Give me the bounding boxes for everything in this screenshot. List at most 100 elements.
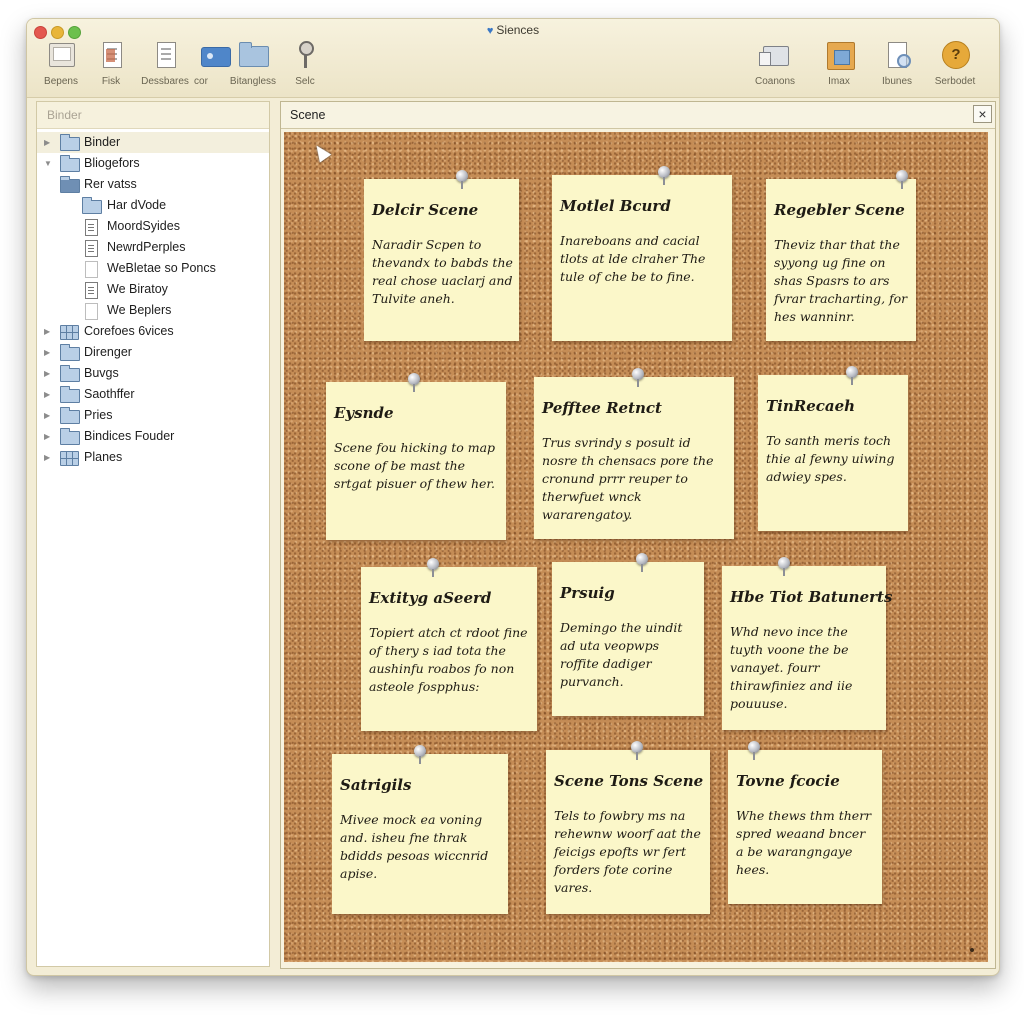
index-card[interactable]: Scene Tons Scene Tels to fowbry ms na reh… — [546, 741, 710, 914]
binder-item[interactable]: ▼ Bliogefors — [37, 153, 269, 174]
disclosure-closed-icon[interactable]: ▶ — [44, 426, 50, 447]
window-icon — [45, 41, 77, 69]
binder-item[interactable]: Rer vatss — [37, 174, 269, 195]
index-card[interactable]: Pefftee Retnct Trus svrindy s posult id n… — [534, 368, 734, 539]
toolbar-button-serbodet[interactable]: ? Serbodet — [921, 41, 989, 87]
disclosure-closed-icon[interactable]: ▶ — [44, 363, 50, 384]
toolbar-button-selc[interactable]: Selc — [271, 41, 339, 87]
pushpin-icon — [846, 366, 858, 385]
close-button[interactable]: × — [973, 105, 992, 123]
folder-icon — [60, 344, 80, 361]
index-card[interactable]: TinRecaeh To santh meris toch thie al few… — [758, 366, 908, 531]
window-title: ♥ Siences — [486, 23, 540, 37]
document-icon — [85, 240, 98, 257]
binder-item-label: Planes — [84, 450, 123, 464]
binder-item-label: Rer vatss — [84, 177, 137, 191]
pushpin-icon — [778, 557, 790, 576]
binder-item[interactable]: ▶ Binder — [37, 132, 269, 153]
grid-icon — [60, 325, 79, 340]
card-title: Pefftee Retnct — [542, 399, 662, 417]
card-title: Hbe Tiot Batunerts — [730, 588, 893, 606]
card-synopsis: Whe thews thm therr spred weaand bncer a… — [736, 808, 872, 877]
pushpin-icon — [631, 741, 643, 760]
card-title: Eysnde — [334, 404, 394, 422]
binder-item[interactable]: ▶ Pries — [37, 405, 269, 426]
disclosure-closed-icon[interactable]: ▶ — [44, 132, 50, 153]
binder-item[interactable]: ▶ Saothffer — [37, 384, 269, 405]
corkboard-title: Scene — [290, 108, 326, 122]
pushpin-icon — [456, 170, 468, 189]
binder-item-label: Buvgs — [84, 366, 119, 380]
binder-item-label: Direnger — [84, 345, 132, 359]
resize-handle[interactable] — [970, 948, 974, 952]
index-card[interactable]: Regebler Scene Theviz thar that the syyon… — [766, 170, 916, 341]
card-synopsis: Mivee mock ea voning and. isheu fne thra… — [340, 812, 489, 881]
index-card[interactable]: Hbe Tiot Batunerts Whd nevo ince the tuyt… — [722, 557, 893, 730]
toolbar-button-coanons[interactable]: Coanons — [741, 41, 809, 87]
binder-item-label: We Beplers — [107, 303, 172, 317]
toolbar: ♥ Siences Bepens Fisk Dessbares cor Bitan… — [27, 19, 999, 98]
pushpin-icon — [414, 745, 426, 764]
pushpin-icon — [748, 741, 760, 760]
heart-icon: ♥ — [486, 25, 494, 37]
disclosure-open-icon[interactable]: ▼ — [44, 153, 52, 174]
card-title: Satrigils — [340, 776, 412, 794]
blank-document-icon — [85, 261, 98, 278]
binder-item-label: Corefoes 6vices — [84, 324, 174, 338]
binder-item-label: We Biratoy — [107, 282, 168, 296]
index-card[interactable]: Prsuig Demingo the uindit ad uta veopwps … — [552, 553, 704, 716]
card-title: TinRecaeh — [766, 397, 856, 415]
card-synopsis: Whd nevo ince the tuyth voone the be van… — [730, 624, 853, 711]
card-title: Tovne fcocie — [736, 772, 840, 790]
card-title: Prsuig — [560, 584, 615, 602]
disclosure-closed-icon[interactable]: ▶ — [44, 447, 50, 468]
folder-icon — [60, 134, 80, 151]
card-synopsis: Inareboans and cacial tlots at lde clrah… — [560, 233, 706, 284]
index-card[interactable]: Delcir Scene Naradir Scpen to thevandx to… — [364, 170, 519, 341]
binder-item-label: Saothffer — [84, 387, 135, 401]
binder-item[interactable]: Har dVode — [37, 195, 269, 216]
binder-item[interactable]: ▶ Direnger — [37, 342, 269, 363]
stack-icon — [759, 41, 791, 69]
folder-icon — [60, 155, 80, 172]
binder-item-label: Bliogefors — [84, 156, 140, 170]
binder-sidebar: Binder ▶ Binder ▼ Bliogefors Rer vatss Har dV… — [36, 101, 270, 967]
cursor-icon — [310, 141, 332, 163]
binder-item-label: Pries — [84, 408, 113, 422]
pushpin-icon — [408, 373, 420, 392]
pushpin-icon — [427, 558, 439, 577]
binder-item[interactable]: We Beplers — [37, 300, 269, 321]
binder-item[interactable]: MoordSyides — [37, 216, 269, 237]
binder-item[interactable]: ▶ Buvgs — [37, 363, 269, 384]
disclosure-closed-icon[interactable]: ▶ — [44, 321, 50, 342]
binder-item[interactable]: ▶ Bindices Fouder — [37, 426, 269, 447]
binder-item[interactable]: ▶ Planes — [37, 447, 269, 468]
grid-icon — [60, 451, 79, 466]
corkboard[interactable]: Delcir Scene Naradir Scpen to thevandx to… — [284, 132, 988, 962]
binder-item-label: Binder — [84, 135, 121, 149]
index-card[interactable]: Eysnde Scene fou hicking to map scone of … — [326, 373, 506, 540]
binder-item[interactable]: NewrdPerples — [37, 237, 269, 258]
binder-item[interactable]: We Biratoy — [37, 279, 269, 300]
image-icon — [823, 41, 855, 70]
disclosure-closed-icon[interactable]: ▶ — [44, 384, 50, 405]
index-card[interactable]: Satrigils Mivee mock ea voning and. isheu… — [332, 745, 508, 914]
disclosure-closed-icon[interactable]: ▶ — [44, 342, 50, 363]
index-card[interactable]: Motlel Bcurd Inareboans and cacial tlots … — [552, 166, 732, 341]
folder-icon — [60, 407, 80, 424]
pushpin-icon — [632, 368, 644, 387]
binder-item[interactable]: WeBletae so Poncs — [37, 258, 269, 279]
key-icon — [289, 41, 321, 69]
card-title: Extityg aSeerd — [369, 589, 492, 607]
document-icon — [149, 41, 181, 69]
folder-icon — [82, 197, 102, 214]
card-title: Regebler Scene — [774, 201, 905, 219]
disclosure-closed-icon[interactable]: ▶ — [44, 405, 50, 426]
document-icon — [85, 282, 98, 299]
binder-item[interactable]: ▶ Corefoes 6vices — [37, 321, 269, 342]
corkboard-pane: Scene × Delcir Scene Naradir Scpen to the… — [280, 101, 996, 969]
index-card[interactable]: Tovne fcocie Whe thews thm therr spred we… — [728, 741, 882, 904]
card-title: Motlel Bcurd — [560, 197, 671, 215]
binder-item-label: WeBletae so Poncs — [107, 261, 216, 275]
index-card[interactable]: Extityg aSeerd Topiert atch ct rdoot fine… — [361, 558, 537, 731]
